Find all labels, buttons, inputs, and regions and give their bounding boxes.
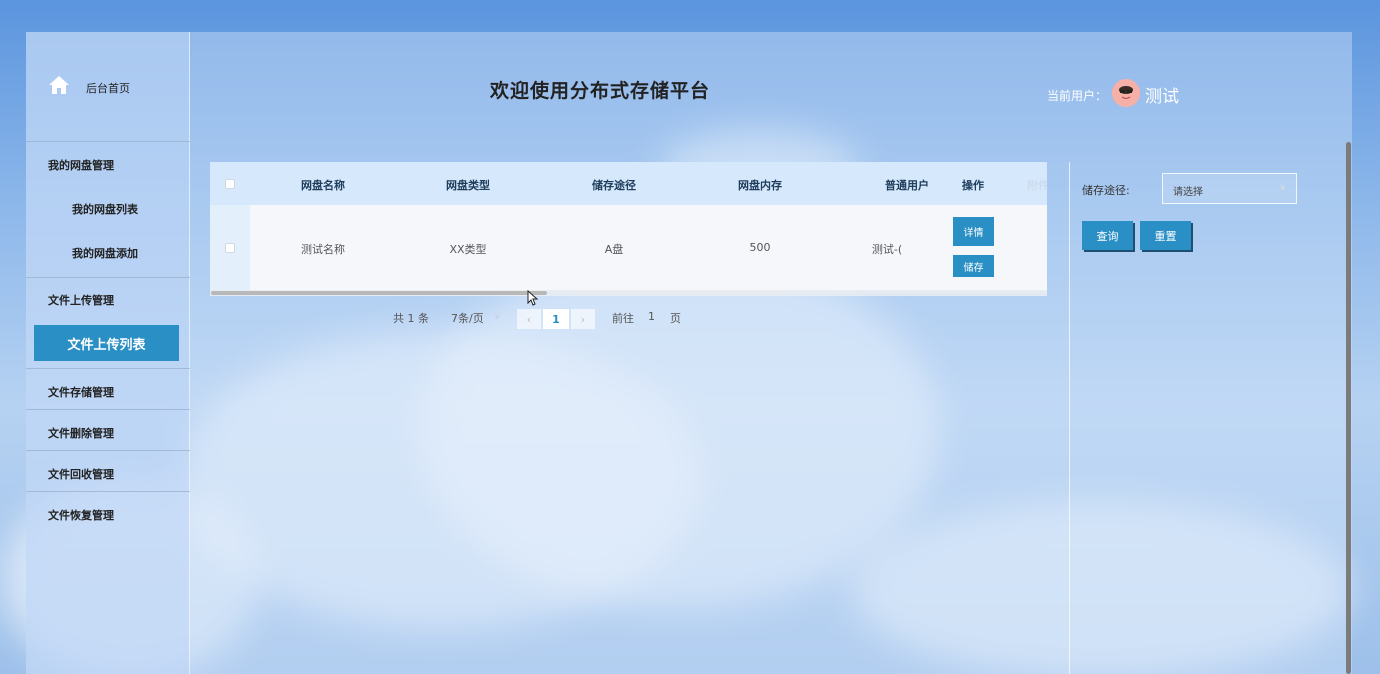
reset-button[interactable]: 重置 xyxy=(1140,221,1191,250)
mouse-cursor-icon xyxy=(527,290,539,306)
pagination-total: 共 1 条 xyxy=(393,312,429,325)
sidebar-item-my-disk-management[interactable]: 我的网盘管理 xyxy=(26,157,190,173)
cell-disk-type: XX类型 xyxy=(449,243,487,256)
sidebar-divider xyxy=(26,409,190,410)
current-user-name[interactable]: 测试 xyxy=(1145,82,1179,107)
sidebar-item-my-disk-add[interactable]: 我的网盘添加 xyxy=(72,245,138,261)
column-header-storage-path[interactable]: 储存途径 xyxy=(592,177,636,193)
goto-suffix: 页 xyxy=(670,312,681,325)
current-user-label: 当前用户： xyxy=(1047,89,1108,103)
column-header-disk-name[interactable]: 网盘名称 xyxy=(301,177,345,193)
column-header-disk-memory[interactable]: 网盘内存 xyxy=(738,177,782,193)
sidebar-item-restore-management[interactable]: 文件恢复管理 xyxy=(26,507,190,523)
sidebar-divider xyxy=(26,491,190,492)
cell-regular-user: 测试-( xyxy=(871,243,903,256)
prev-page-icon[interactable]: ‹ xyxy=(517,309,541,329)
home-icon xyxy=(49,76,69,94)
storage-path-placeholder: 请选择 xyxy=(1173,187,1203,198)
column-header-regular-user[interactable]: 普通用户 xyxy=(885,177,929,193)
column-header-disk-type[interactable]: 网盘类型 xyxy=(446,177,490,193)
sidebar-item-upload-management[interactable]: 文件上传管理 xyxy=(26,292,190,308)
table-row xyxy=(250,205,1047,291)
chevron-down-icon: ∨ xyxy=(1279,183,1286,193)
sidebar-item-recycle-management[interactable]: 文件回收管理 xyxy=(26,466,190,482)
data-table: 网盘名称 网盘类型 储存途径 网盘内存 普通用户 操作 附件 测试名称 XX类型… xyxy=(210,162,1047,296)
goto-page-input[interactable]: 1 xyxy=(648,310,655,330)
vertical-scrollbar[interactable] xyxy=(1346,142,1351,674)
horizontal-scrollbar-thumb[interactable] xyxy=(211,291,547,295)
sidebar: 后台首页 我的网盘管理 我的网盘列表 我的网盘添加 文件上传管理 文件上传列表 … xyxy=(26,32,190,674)
storage-path-select[interactable]: 请选择 ∨ xyxy=(1162,173,1297,204)
horizontal-scrollbar[interactable] xyxy=(210,290,1047,296)
cell-disk-name: 测试名称 xyxy=(301,243,345,256)
sidebar-item-delete-management[interactable]: 文件删除管理 xyxy=(26,425,190,441)
sidebar-item-my-disk-list[interactable]: 我的网盘列表 xyxy=(72,201,138,217)
column-header-actions: 操作 xyxy=(962,179,984,192)
column-header-attachment[interactable]: 附件 xyxy=(1027,177,1047,193)
select-all-checkbox[interactable] xyxy=(225,179,235,189)
current-page[interactable]: 1 xyxy=(543,309,569,329)
sidebar-divider xyxy=(26,277,190,278)
sidebar-home-label: 后台首页 xyxy=(86,82,130,95)
main-frame xyxy=(26,32,1352,674)
sidebar-home[interactable]: 后台首页 xyxy=(26,32,190,142)
query-button[interactable]: 查询 xyxy=(1082,221,1133,250)
page-title: 欢迎使用分布式存储平台 xyxy=(490,80,711,102)
pagination-page-size[interactable]: 7条/页 xyxy=(451,310,484,330)
store-button[interactable]: 储存 xyxy=(953,255,994,277)
row-checkbox[interactable] xyxy=(225,243,235,253)
next-page-icon[interactable]: › xyxy=(571,309,595,329)
page-size-chevron-icon[interactable]: ∨ xyxy=(494,312,501,332)
user-avatar-icon xyxy=(1112,79,1140,107)
panel-divider xyxy=(1069,162,1070,674)
cell-disk-memory: 500 xyxy=(749,241,771,254)
sidebar-divider xyxy=(26,450,190,451)
sidebar-divider xyxy=(26,368,190,369)
storage-path-label: 储存途径: xyxy=(1082,184,1130,197)
goto-prefix: 前往 xyxy=(612,312,634,325)
sidebar-item-storage-management[interactable]: 文件存储管理 xyxy=(26,384,190,400)
sidebar-item-upload-list[interactable]: 文件上传列表 xyxy=(34,325,179,361)
detail-button[interactable]: 详情 xyxy=(953,217,994,246)
avatar[interactable] xyxy=(1112,79,1140,107)
cell-storage-path: A盘 xyxy=(604,243,624,256)
